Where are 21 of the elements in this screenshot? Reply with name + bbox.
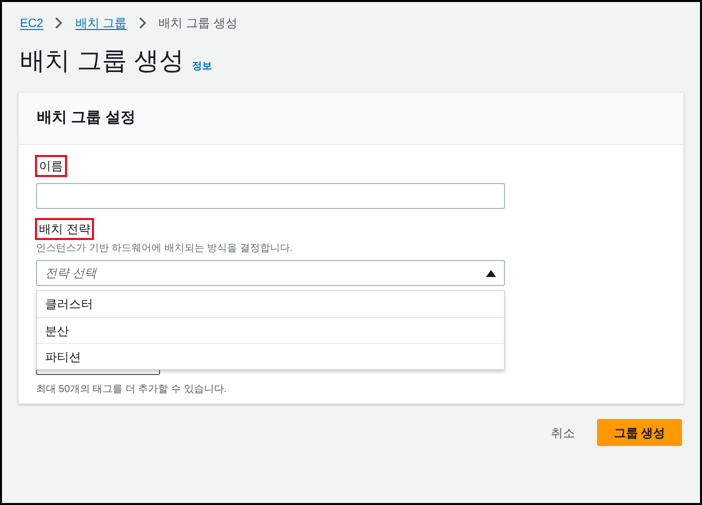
breadcrumb-current: 배치 그룹 생성 [158,15,238,32]
field-description: 인스턴스가 기반 하드웨어에 배치되는 방식을 결정합니다. [36,242,294,256]
field-label: 이름 [39,159,63,173]
info-link[interactable]: 정보 [192,59,212,74]
name-input-field[interactable] [36,183,505,209]
panel-title: 배치 그룹 설정 [37,108,136,128]
dropdown-option[interactable]: 파티션 [37,343,504,369]
caret-up-icon [486,269,496,277]
chevron-right-icon [55,17,64,29]
breadcrumb-link[interactable]: EC2 [20,14,44,32]
dropdown-option[interactable]: 클러스터 [37,291,504,317]
select-placeholder: 전략 선택 [45,265,96,282]
cancel-button[interactable]: 취소 [547,424,579,442]
chevron-right-icon [138,17,147,29]
dropdown-option[interactable]: 분산 [37,317,504,343]
strategy-select[interactable]: 전략 선택 [36,260,505,286]
tags-hint: 최대 50개의 태그를 더 추가할 수 있습니다. [36,383,228,397]
page-title: 배치 그룹 생성 [20,46,184,76]
breadcrumb-link[interactable]: 배치 그룹 [75,14,127,32]
field-label: 배치 전략 [39,222,90,236]
create-group-button[interactable]: 그룹 생성 [597,419,682,446]
